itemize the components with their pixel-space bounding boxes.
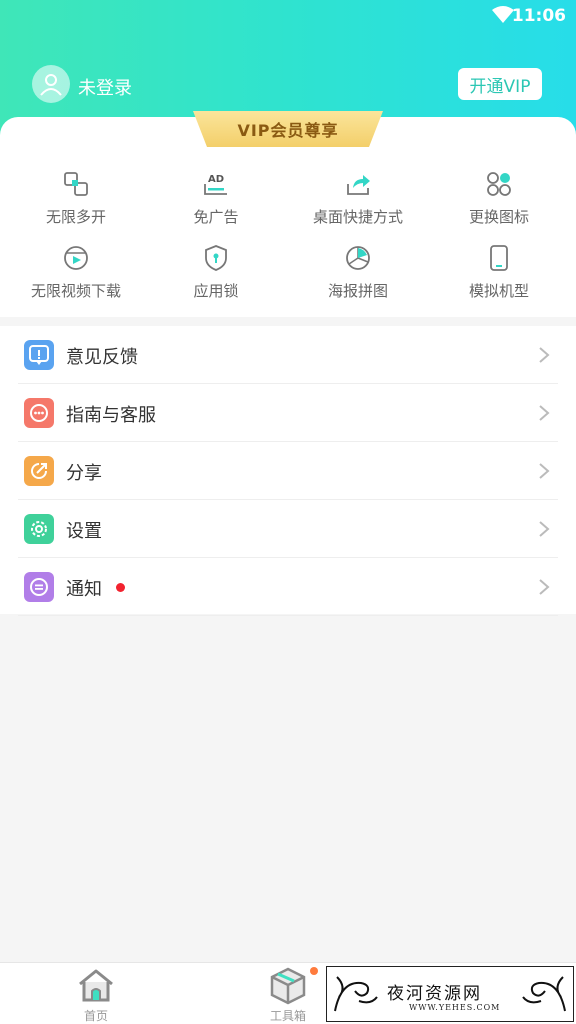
feature-label: 无限多开 [45, 208, 106, 226]
feature-app-lock[interactable]: 应用锁 [144, 244, 288, 314]
flourish-left [334, 976, 378, 1012]
open-vip-button[interactable]: 开通VIP [458, 68, 542, 100]
divider [18, 615, 558, 616]
feedback-icon [24, 340, 54, 370]
shortcut-icon [347, 175, 370, 195]
video-download-icon [64, 246, 88, 270]
feature-no-ads[interactable]: AD 免广告 [144, 170, 288, 240]
feature-change-icon[interactable]: 更换图标 [427, 170, 571, 240]
menu-label: 指南与客服 [66, 405, 156, 426]
feature-poster[interactable]: 海报拼图 [286, 244, 430, 314]
feature-label: 无限视频下载 [30, 282, 121, 300]
tab-label: 首页 [83, 1009, 108, 1023]
menu-label: 设置 [66, 521, 102, 542]
app-lock-icon [205, 245, 227, 271]
menu-label: 通知 [66, 579, 102, 600]
feature-multi-open[interactable]: 无限多开 [4, 170, 148, 240]
menu-label: 意见反馈 [66, 347, 138, 368]
feature-shortcut[interactable]: 桌面快捷方式 [286, 170, 430, 240]
change-icon-icon [487, 172, 511, 196]
share-icon [24, 456, 54, 486]
menu-item-share[interactable]: 分享 [0, 442, 576, 500]
menu-item-notification[interactable]: 通知 [0, 558, 576, 616]
feature-label: 桌面快捷方式 [312, 208, 403, 226]
tab-home[interactable]: 首页 [36, 963, 156, 1024]
chevron-right-icon [539, 405, 550, 421]
flourish-right [522, 976, 566, 1012]
login-status[interactable]: 未登录 [78, 74, 132, 100]
device-model-icon [490, 245, 508, 271]
multi-open-icon [64, 172, 88, 196]
feature-label: 海报拼图 [327, 282, 388, 300]
chevron-right-icon [539, 347, 550, 363]
feature-device-model[interactable]: 模拟机型 [427, 244, 571, 314]
wifi-icon [492, 6, 514, 23]
chevron-right-icon [539, 463, 550, 479]
menu-label: 分享 [66, 463, 102, 484]
status-bar: 11:06 [0, 0, 576, 32]
menu-item-guide-service[interactable]: 指南与客服 [0, 384, 576, 442]
user-icon [40, 74, 62, 96]
settings-icon [24, 514, 54, 544]
notification-icon [24, 572, 54, 602]
avatar[interactable] [32, 65, 70, 103]
no-ads-icon: AD [204, 174, 227, 195]
toolbox-badge [310, 967, 318, 975]
feature-label: 免广告 [193, 208, 239, 226]
menu-item-settings[interactable]: 设置 [0, 500, 576, 558]
vip-badge: VIP会员尊享 [193, 111, 383, 147]
svg-text:AD: AD [208, 174, 224, 185]
poster-icon [346, 246, 370, 270]
home-icon [79, 969, 113, 1002]
feature-video-download[interactable]: 无限视频下载 [4, 244, 148, 314]
chevron-right-icon [539, 521, 550, 537]
notification-badge [116, 583, 125, 592]
feature-label: 模拟机型 [468, 282, 529, 300]
menu-item-feedback[interactable]: 意见反馈 [0, 326, 576, 384]
watermark-url: WWW.YEHES.COM [409, 1003, 501, 1012]
feature-label: 应用锁 [193, 282, 239, 300]
chevron-right-icon [539, 579, 550, 595]
customer-service-icon [24, 398, 54, 428]
vip-badge-label: VIP会员尊享 [237, 121, 339, 140]
watermark: 夜河资源网 WWW.YEHES.COM [326, 966, 574, 1022]
settings-menu: 意见反馈 指南与客服 分享 设置 通知 [0, 326, 576, 616]
feature-label: 更换图标 [468, 208, 529, 226]
watermark-text: 夜河资源网 [387, 984, 482, 1004]
status-time: 11:06 [511, 6, 566, 26]
toolbox-icon [270, 967, 306, 1005]
